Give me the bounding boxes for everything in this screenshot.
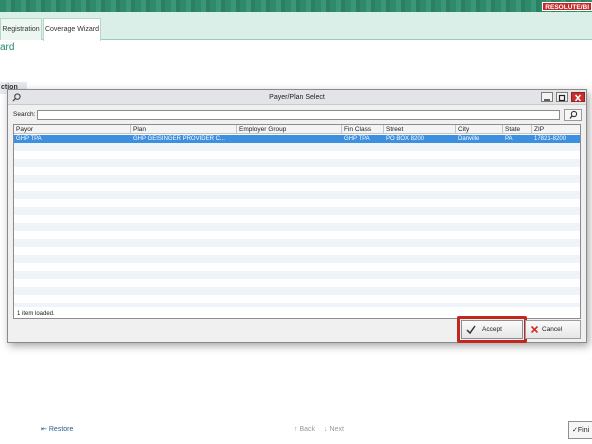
page-title: ard	[0, 42, 15, 53]
cell-employer-group	[237, 135, 342, 143]
application-banner: RESOLUTE/BI	[0, 0, 592, 12]
column-header-employer-group[interactable]: Employer Group	[237, 125, 342, 134]
tab-coverage-wizard[interactable]: Coverage Wizard	[43, 18, 101, 41]
column-header-payor[interactable]: Payor	[14, 125, 131, 134]
dialog-title-bar[interactable]: Payer/Plan Select	[8, 90, 586, 105]
minimize-icon	[544, 99, 550, 101]
tab-registration[interactable]: Registration	[0, 18, 42, 40]
search-icon	[12, 93, 21, 102]
column-header-fin-class[interactable]: Fin Class	[342, 125, 384, 134]
column-header-street[interactable]: Street	[384, 125, 456, 134]
payer-plan-select-dialog: Payer/Plan Select Search: Payor Plan Emp…	[7, 89, 587, 343]
column-header-plan[interactable]: Plan	[131, 125, 237, 134]
close-button[interactable]	[571, 92, 585, 102]
search-icon	[569, 110, 578, 119]
back-label: Back	[299, 426, 316, 433]
finish-label: Fini	[577, 427, 590, 434]
cell-fin-class: GHP TPA	[344, 136, 370, 142]
down-arrow-icon: ↓	[324, 426, 328, 433]
cell-zip: 17821-8200	[534, 136, 567, 142]
wizard-footer: ⇤ Restore ↑ Back ↓ Next ✓Fini	[0, 420, 592, 444]
back-button[interactable]: ↑ Back	[294, 425, 315, 435]
table-row[interactable]: GHP TPA GHP GEISINGER PROVIDER C... GHP …	[14, 135, 580, 143]
environment-badge: RESOLUTE/BI	[542, 2, 592, 11]
grid-header: Payor Plan Employer Group Fin Class Stre…	[14, 125, 580, 134]
grid-body: GHP TPA GHP GEISINGER PROVIDER C... GHP …	[14, 135, 580, 307]
cell-state: PA	[505, 136, 513, 142]
maximize-icon	[558, 94, 566, 102]
next-label: Next	[329, 426, 344, 433]
cell-payor: GHP TPA	[16, 136, 42, 142]
cell-city: Danville	[458, 136, 480, 142]
next-button[interactable]: ↓ Next	[324, 425, 344, 435]
restore-button[interactable]: ⇤ Restore	[41, 425, 73, 435]
dialog-title: Payer/Plan Select	[269, 94, 325, 101]
accept-button-highlight	[457, 316, 527, 343]
cell-street: PO BOX 8200	[386, 136, 425, 142]
cell-plan: GHP GEISINGER PROVIDER C...	[133, 136, 225, 142]
payer-plan-grid: Payor Plan Employer Group Fin Class Stre…	[13, 124, 581, 319]
column-header-state[interactable]: State	[503, 125, 532, 134]
up-arrow-icon: ↑	[294, 426, 298, 433]
finish-button[interactable]: ✓Fini	[568, 421, 592, 439]
minimize-button[interactable]	[541, 92, 553, 102]
search-input[interactable]	[37, 110, 560, 120]
column-header-zip[interactable]: ZIP	[532, 125, 580, 134]
close-icon	[574, 94, 582, 102]
maximize-button[interactable]	[556, 92, 568, 102]
search-button[interactable]	[564, 109, 582, 121]
cancel-button-label: Cancel	[542, 326, 563, 333]
restore-label: Restore	[48, 426, 74, 433]
activity-tab-bar: Registration Coverage Wizard	[0, 12, 592, 41]
search-label: Search:	[13, 111, 36, 118]
cancel-button[interactable]: Cancel	[525, 320, 581, 339]
restore-icon: ⇤	[41, 426, 47, 433]
grid-status-text: 1 item loaded.	[17, 311, 55, 317]
column-header-city[interactable]: City	[456, 125, 503, 134]
close-icon	[530, 325, 539, 334]
